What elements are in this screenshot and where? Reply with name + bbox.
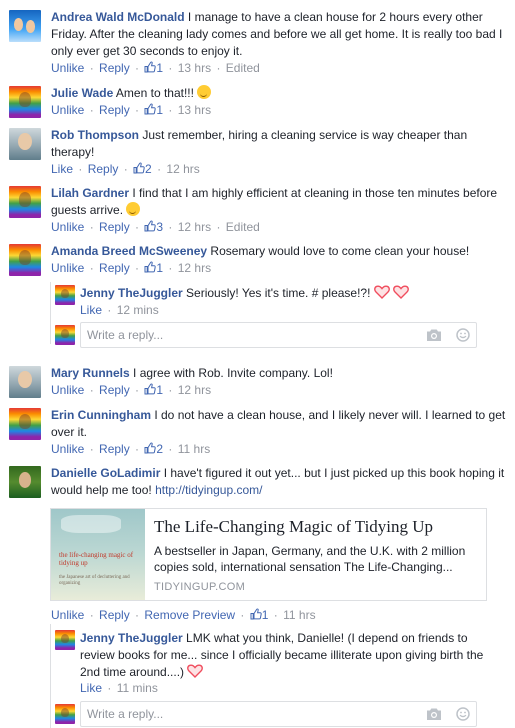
link-preview-card[interactable]: the life-changing magic of tidying up th…	[50, 508, 487, 601]
book-cover-title: the life-changing magic of tidying up	[59, 551, 134, 567]
comment-actions: Unlike · Reply · 1 · 12 hrs	[51, 383, 212, 397]
heart-icon	[374, 285, 390, 299]
unlike-link[interactable]: Unlike	[51, 220, 84, 234]
book-cover-image: the life-changing magic of tidying up th…	[51, 509, 145, 600]
heart-icon	[393, 285, 409, 299]
preview-title[interactable]: The Life-Changing Magic of Tidying Up	[154, 517, 433, 537]
commenter-name[interactable]: Rob Thompson	[51, 128, 139, 142]
edited-label[interactable]: Edited	[226, 61, 260, 75]
avatar[interactable]	[9, 366, 41, 398]
avatar[interactable]	[55, 285, 75, 305]
thumbs-up-icon[interactable]	[133, 162, 145, 174]
thumbs-up-icon[interactable]	[250, 608, 262, 620]
thumbs-up-icon[interactable]	[144, 103, 156, 115]
unlike-link[interactable]: Unlike	[51, 261, 84, 275]
avatar[interactable]	[55, 630, 75, 650]
emoji-smile-icon	[126, 202, 141, 216]
reply-input[interactable]: Write a reply...	[80, 701, 477, 727]
reply-placeholder: Write a reply...	[87, 707, 164, 721]
comment-actions: Like · 12 mins	[80, 303, 159, 317]
commenter-name[interactable]: Lilah Gardner	[51, 186, 129, 200]
thumbs-up-icon[interactable]	[144, 220, 156, 232]
commenter-name[interactable]: Julie Wade	[51, 86, 113, 100]
timestamp[interactable]: 12 mins	[117, 303, 159, 317]
thumbs-up-icon[interactable]	[144, 383, 156, 395]
heart-icon	[187, 664, 203, 678]
like-link[interactable]: Like	[51, 162, 73, 176]
timestamp[interactable]: 13 hrs	[178, 61, 211, 75]
comment-text: Rosemary would love to come clean your h…	[210, 244, 470, 258]
like-count[interactable]: 2	[145, 162, 152, 176]
url-link[interactable]: http://tidyingup.com/	[155, 483, 262, 497]
reply-link[interactable]: Reply	[99, 61, 130, 75]
avatar	[55, 704, 75, 724]
commenter-name[interactable]: Jenny TheJuggler	[80, 286, 183, 300]
emoji-smile-icon[interactable]	[455, 707, 471, 721]
avatar[interactable]	[9, 244, 41, 276]
reply-link[interactable]: Reply	[99, 261, 130, 275]
avatar[interactable]	[9, 466, 41, 498]
comment-actions: Unlike · Reply · 2 · 11 hrs	[51, 442, 211, 456]
comment-text: I agree with Rob. Invite company. Lol!	[133, 366, 333, 380]
timestamp[interactable]: 11 hrs	[283, 608, 315, 622]
unlike-link[interactable]: Unlike	[51, 61, 84, 75]
thumbs-up-icon[interactable]	[144, 261, 156, 273]
thread-line	[50, 624, 51, 728]
timestamp[interactable]: 11 hrs	[178, 442, 210, 456]
camera-icon[interactable]	[426, 707, 442, 721]
comment-actions: Like · 11 mins	[80, 681, 158, 695]
commenter-name[interactable]: Jenny TheJuggler	[80, 631, 183, 645]
commenter-name[interactable]: Erin Cunningham	[51, 408, 151, 422]
avatar[interactable]	[9, 10, 41, 42]
unlike-link[interactable]: Unlike	[51, 442, 84, 456]
like-link[interactable]: Like	[80, 303, 102, 317]
wink-emoji-icon	[197, 85, 212, 99]
avatar[interactable]	[9, 186, 41, 218]
commenter-name[interactable]: Amanda Breed McSweeney	[51, 244, 207, 258]
reply-link[interactable]: Reply	[99, 103, 130, 117]
comment-text: Seriously! Yes it's time. # please!?!	[186, 286, 371, 300]
timestamp[interactable]: 13 hrs	[178, 103, 211, 117]
timestamp[interactable]: 12 hrs	[178, 261, 211, 275]
comment-actions: Unlike · Reply · Remove Preview · 1 · 11…	[51, 608, 316, 622]
timestamp[interactable]: 12 hrs	[178, 220, 211, 234]
reply-link[interactable]: Reply	[99, 383, 130, 397]
timestamp[interactable]: 12 hrs	[178, 383, 211, 397]
timestamp[interactable]: 12 hrs	[166, 162, 199, 176]
thumbs-up-icon[interactable]	[144, 442, 156, 454]
like-link[interactable]: Like	[80, 681, 102, 695]
commenter-name[interactable]: Mary Runnels	[51, 366, 130, 380]
camera-icon[interactable]	[426, 328, 442, 342]
avatar[interactable]	[9, 128, 41, 160]
comment-text: Amen to that!!!	[115, 86, 194, 100]
unlike-link[interactable]: Unlike	[51, 608, 84, 622]
thread-line	[50, 282, 51, 344]
timestamp[interactable]: 11 mins	[117, 681, 158, 695]
thumbs-up-icon[interactable]	[144, 61, 156, 73]
reply-link[interactable]: Reply	[99, 220, 130, 234]
reply-link[interactable]: Reply	[99, 442, 130, 456]
emoji-smile-icon[interactable]	[455, 328, 471, 342]
unlike-link[interactable]: Unlike	[51, 383, 84, 397]
comment-actions: Unlike · Reply · 1 · 12 hrs	[51, 261, 212, 275]
preview-description: A bestseller in Japan, Germany, and the …	[154, 544, 466, 574]
reply-placeholder: Write a reply...	[87, 328, 164, 342]
commenter-name[interactable]: Andrea Wald McDonald	[51, 10, 185, 24]
preview-domain: TIDYINGUP.COM	[154, 581, 246, 593]
commenter-name[interactable]: Danielle GoLadimir	[51, 466, 160, 480]
avatar	[55, 325, 75, 345]
reply-input[interactable]: Write a reply...	[80, 322, 477, 348]
remove-preview-link[interactable]: Remove Preview	[144, 608, 235, 622]
avatar[interactable]	[9, 86, 41, 118]
edited-label[interactable]: Edited	[226, 220, 260, 234]
comment-actions: Unlike · Reply · 1 · 13 hrs · Edited	[51, 61, 260, 75]
avatar[interactable]	[9, 408, 41, 440]
reply-link[interactable]: Reply	[88, 162, 119, 176]
comment-actions: Like · Reply · 2 · 12 hrs	[51, 162, 200, 176]
unlike-link[interactable]: Unlike	[51, 103, 84, 117]
comment-actions: Unlike · Reply · 1 · 13 hrs	[51, 103, 212, 117]
book-cover-subtitle: the Japanese art of decluttering and org…	[59, 575, 130, 586]
comment-actions: Unlike · Reply · 3 · 12 hrs · Edited	[51, 220, 260, 234]
reply-link[interactable]: Reply	[99, 608, 130, 622]
